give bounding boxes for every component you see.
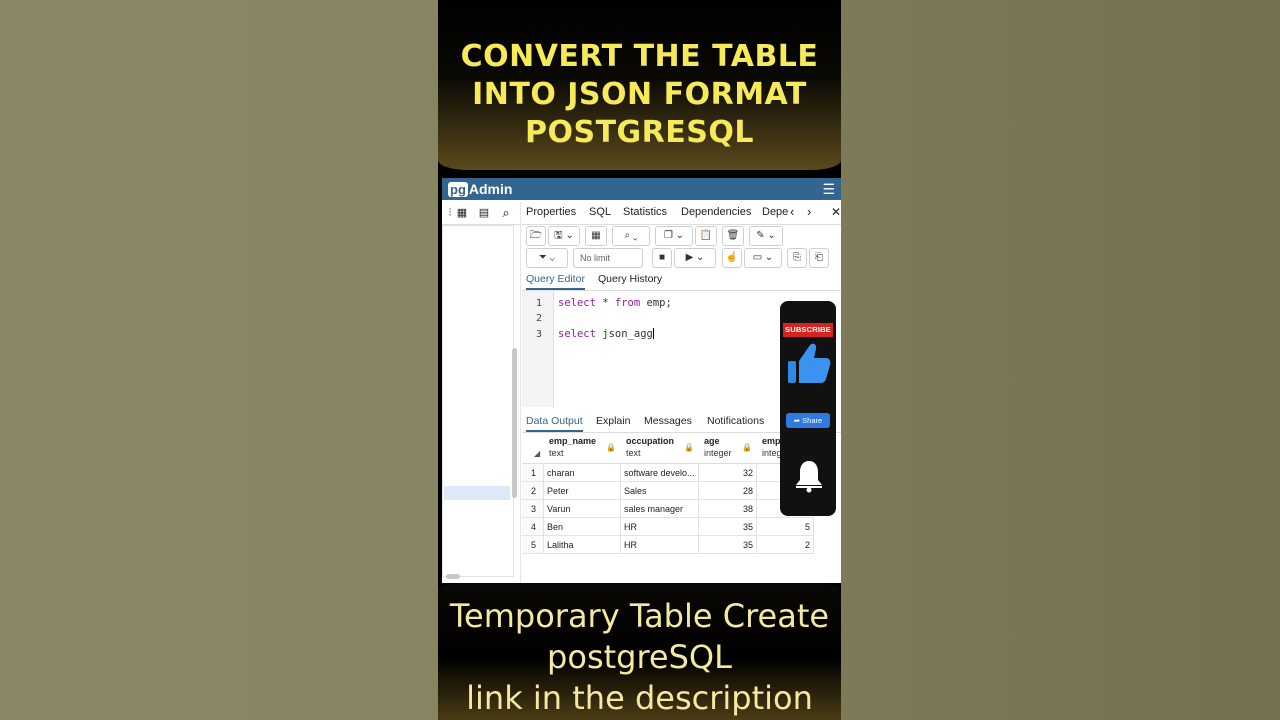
close-tab-icon[interactable]: ✕ — [827, 205, 841, 219]
caption-line-3: link in the description — [466, 679, 813, 717]
code-line-3[interactable]: select json_agg — [558, 328, 654, 340]
main-tabs: Properties SQL Statistics Dependencies D… — [522, 202, 841, 225]
save-file-icon[interactable]: 🖫 ⌄ — [548, 226, 580, 246]
line-gutter: 1 2 3 — [522, 291, 554, 407]
menu-icon[interactable]: ☰ — [822, 181, 835, 198]
caption-line-1: Temporary Table Create — [449, 597, 830, 635]
bell-icon[interactable] — [794, 459, 824, 493]
open-file-icon[interactable]: 🗁 — [526, 226, 546, 246]
subscribe-button[interactable]: SUBSCRIBE — [783, 323, 833, 337]
headline-line-2: INTO JSON FORMAT — [472, 77, 807, 112]
caption-line-2: postgreSQL — [547, 638, 732, 676]
horizontal-scrollbar[interactable] — [446, 574, 460, 579]
tab-properties[interactable]: Properties — [526, 206, 576, 218]
tab-notifications[interactable]: Notifications — [707, 415, 764, 427]
filter-table-icon[interactable]: ▤ — [476, 205, 492, 221]
tab-explain[interactable]: Explain — [596, 415, 630, 427]
lock-icon: 🔒 — [742, 443, 752, 452]
row-limit-select[interactable]: No limit — [573, 248, 643, 268]
table-icon[interactable]: ▦ — [454, 205, 470, 221]
tab-messages[interactable]: Messages — [644, 415, 692, 427]
grid-corner: ◢ — [522, 433, 545, 464]
line-number: 1 — [536, 298, 543, 309]
rollback-icon[interactable]: ⎗ — [809, 248, 829, 268]
stop-icon[interactable]: ■ — [652, 248, 672, 268]
tab-query-editor[interactable]: Query Editor — [526, 273, 585, 290]
text-cursor — [652, 328, 654, 339]
tab-statistics[interactable]: Statistics — [623, 206, 667, 218]
lock-icon: 🔒 — [684, 443, 694, 452]
delete-icon[interactable]: 🗑 — [722, 226, 744, 246]
title-banner: CONVERT THE TABLE INTO JSON FORMAT POSTG… — [438, 0, 841, 170]
macros-icon[interactable]: ▭ ⌄ — [744, 248, 782, 268]
video-frame: CONVERT THE TABLE INTO JSON FORMAT POSTG… — [438, 0, 841, 720]
vertical-scrollbar[interactable] — [512, 348, 517, 498]
share-button[interactable]: ➦ Share — [786, 413, 830, 428]
app-header: pg Admin ☰ — [442, 178, 841, 200]
search-icon[interactable]: ⌕ — [498, 205, 514, 221]
grid-icon[interactable]: ▦ — [585, 226, 607, 246]
tab-query-history[interactable]: Query History — [598, 273, 662, 285]
object-explorer-tree[interactable] — [442, 225, 514, 577]
paste-icon[interactable]: 📋 — [695, 226, 717, 246]
lock-icon: 🔒 — [606, 443, 616, 452]
tab-scroll-left-icon[interactable]: ‹ — [790, 204, 794, 219]
code-line-1[interactable]: select * from emp; — [558, 297, 672, 309]
headline: CONVERT THE TABLE INTO JSON FORMAT POSTG… — [438, 38, 841, 152]
tab-scroll-right-icon[interactable]: › — [807, 204, 811, 219]
headline-line-3: POSTGRESQL — [524, 115, 754, 150]
filter-icon[interactable]: ⏷ ⌄ — [526, 248, 568, 268]
find-icon[interactable]: ⌕ ⌄ — [612, 226, 650, 246]
column-header-emp-name[interactable]: emp_name text 🔒 — [544, 433, 622, 464]
pgadmin-logo: pg Admin — [448, 181, 513, 197]
editor-tabs: Query Editor Query History — [522, 270, 841, 291]
copy-icon[interactable]: ❐ ⌄ — [655, 226, 693, 246]
line-number: 2 — [536, 313, 543, 324]
selected-tree-node[interactable] — [444, 486, 510, 500]
tab-dependents[interactable]: Depe — [762, 206, 788, 218]
column-header-occupation[interactable]: occupation text 🔒 — [621, 433, 700, 464]
object-explorer-toolbar: ⫶ ▦ ▤ ⌕ — [442, 202, 520, 225]
tab-sql[interactable]: SQL — [589, 206, 611, 218]
thumbs-up-icon[interactable] — [786, 341, 832, 387]
execute-icon[interactable]: ▶ ⌄ — [674, 248, 716, 268]
column-header-age[interactable]: age integer 🔒 — [699, 433, 758, 464]
edit-icon[interactable]: ✎ ⌄ — [749, 226, 783, 246]
headline-line-1: CONVERT THE TABLE — [460, 39, 819, 74]
explain-icon[interactable]: ☝ — [722, 248, 742, 268]
line-number: 3 — [536, 329, 543, 340]
commit-icon[interactable]: ⎘ — [787, 248, 807, 268]
tab-dependencies[interactable]: Dependencies — [681, 206, 751, 218]
subscribe-widget: SUBSCRIBE ➦ Share — [780, 301, 836, 516]
caption-banner: Temporary Table Create postgreSQL link i… — [438, 583, 841, 720]
panel-divider[interactable] — [520, 202, 521, 583]
tab-data-output[interactable]: Data Output — [526, 415, 583, 432]
